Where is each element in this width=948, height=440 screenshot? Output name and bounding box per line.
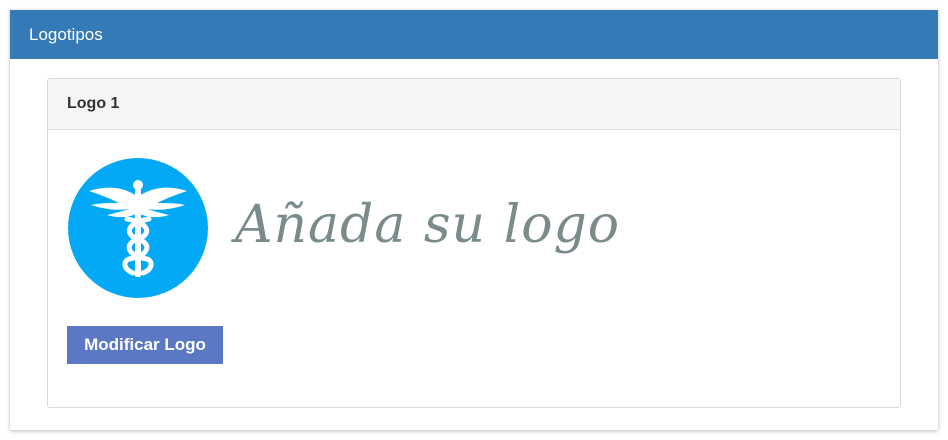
caduceus-icon — [68, 158, 208, 298]
logo-card: Logo 1 Añada su logo Modificar Logo — [47, 78, 901, 408]
logo-card-header: Logo 1 — [48, 79, 900, 130]
modify-logo-button[interactable]: Modificar Logo — [67, 326, 223, 364]
panel-header: Logotipos — [10, 10, 938, 59]
logo-card-title: Logo 1 — [67, 95, 120, 112]
logo-preview: Añada su logo — [67, 157, 619, 302]
logos-panel: Logotipos Logo 1 Añada su logo Modificar… — [10, 10, 938, 430]
logo-placeholder-text: Añada su logo — [235, 195, 621, 255]
panel-title: Logotipos — [29, 25, 103, 44]
